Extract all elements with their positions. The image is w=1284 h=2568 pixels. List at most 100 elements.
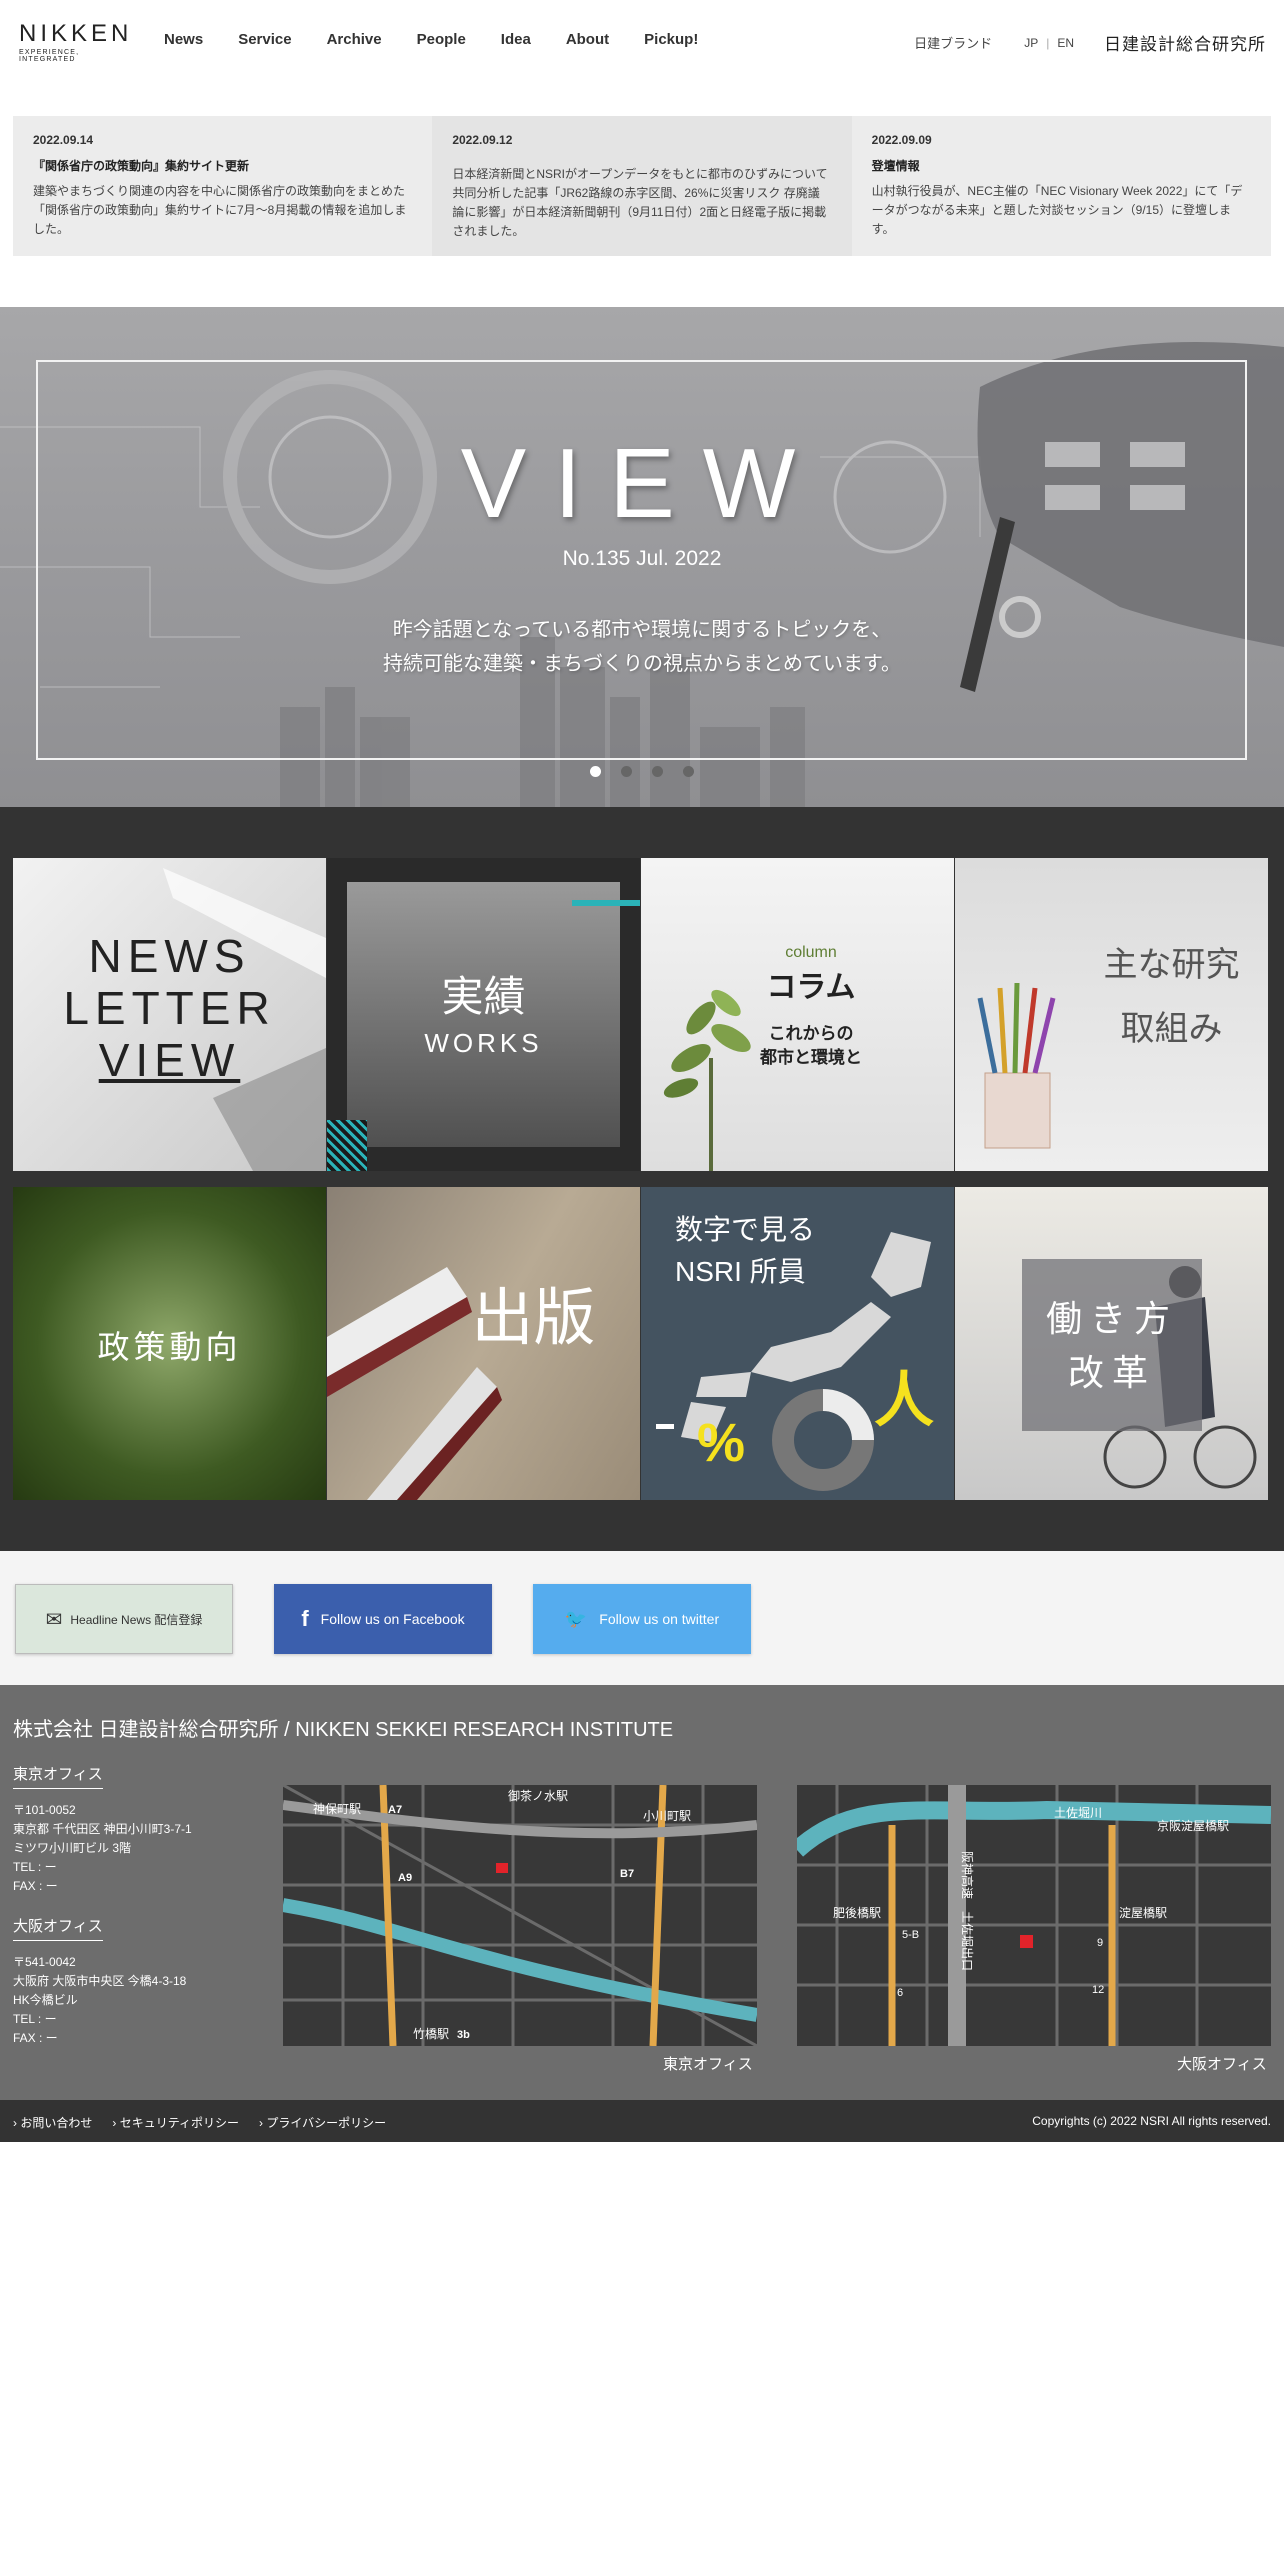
- workstyle-line: 改革: [1067, 1352, 1156, 1393]
- newsletter-label: NEWS LETTER VIEW: [13, 930, 326, 1086]
- slider-pagination: [590, 766, 694, 777]
- nikken-logo[interactable]: NIKKEN EXPERIENCE, INTEGRATED: [19, 20, 135, 64]
- company-name: 株式会社 日建設計総合研究所 / NIKKEN SEKKEI RESEARCH …: [13, 1719, 674, 1741]
- map-label: 肥後橋駅: [833, 1906, 881, 1920]
- numbers-line: NSRI 所員: [675, 1256, 806, 1287]
- column-sub: これからの 都市と環境と: [721, 1022, 901, 1070]
- nav-news[interactable]: News: [164, 30, 203, 50]
- works-label-jp: 実績: [441, 973, 526, 1020]
- address-line: 東京都 千代田区 神田小川町3-7-1: [13, 1822, 192, 1836]
- footer-link-label: お問い合わせ: [20, 2116, 93, 2130]
- footer-link-security[interactable]: › セキュリティポリシー: [112, 2114, 239, 2131]
- footer-link-privacy[interactable]: › プライバシーポリシー: [259, 2114, 386, 2131]
- news-body: 建築やまちづくり関連の内容を中心に関係省庁の政策動向をまとめた「関係省庁の政策動…: [33, 184, 407, 236]
- osaka-office-map[interactable]: 土佐堀川 京阪淀屋橋駅 肥後橋駅 阪神高速 土佐堀出口 淀屋橋駅 5-B 6 9…: [797, 1785, 1271, 2046]
- publication-label: 出版: [471, 1284, 596, 1353]
- nav-idea[interactable]: Idea: [501, 30, 531, 50]
- chevron-right-icon: ›: [112, 2116, 117, 2130]
- tile-numbers[interactable]: 数字で見る NSRI 所員 % 人: [641, 1187, 954, 1500]
- map-label: B7: [620, 1868, 634, 1880]
- map-label: 5-B: [902, 1929, 919, 1941]
- lang-en-link[interactable]: EN: [1057, 36, 1074, 50]
- nav-archive[interactable]: Archive: [327, 30, 382, 50]
- corporate-name-logo[interactable]: 日建設計総合研究所: [1104, 30, 1266, 55]
- map-label: 12: [1092, 1984, 1104, 1996]
- brand-link[interactable]: 日建ブランド: [914, 33, 992, 52]
- map-label: 阪神高速: [960, 1851, 975, 1899]
- map-label: 神保町駅: [313, 1802, 361, 1816]
- tokyo-office-info: 東京オフィス 〒101-0052 東京都 千代田区 神田小川町3-7-1 ミツワ…: [13, 1763, 253, 1896]
- site-header: NIKKEN EXPERIENCE, INTEGRATED News Servi…: [0, 0, 1284, 80]
- map-label: 3b: [457, 2029, 470, 2041]
- chevron-right-icon: ›: [258, 2116, 263, 2130]
- tokyo-office-map[interactable]: 神保町駅 A7 御茶ノ水駅 小川町駅 A9 B7 竹橋駅 3b: [283, 1785, 757, 2046]
- footer-link-contact[interactable]: › お問い合わせ: [13, 2114, 92, 2131]
- policy-label: 政策動向: [97, 1329, 242, 1365]
- feature-tiles: NEWS LETTER VIEW 実績 WORKS column コラム これか…: [0, 807, 1284, 1551]
- lang-jp-link[interactable]: JP: [1024, 36, 1038, 50]
- numbers-person: 人: [874, 1367, 934, 1434]
- tile-workstyle[interactable]: 働き方 改革: [955, 1187, 1268, 1500]
- tile-newsletter[interactable]: NEWS LETTER VIEW: [13, 858, 326, 1171]
- footer-links: › お問い合わせ › セキュリティポリシー › プライバシーポリシー: [13, 2114, 406, 2131]
- header-utility: 日建ブランド JP | EN 日建設計総合研究所: [914, 30, 1266, 55]
- slide-dot-4[interactable]: [683, 766, 694, 777]
- map-label: A7: [388, 1804, 402, 1816]
- map-label: 小川町駅: [643, 1809, 691, 1823]
- lang-separator: |: [1046, 35, 1050, 50]
- nav-people[interactable]: People: [417, 30, 466, 50]
- map-label: 御茶ノ水駅: [508, 1788, 568, 1803]
- news-date: 2022.09.12: [452, 133, 513, 147]
- map-label: 6: [897, 1987, 903, 1999]
- news-body: 山村執行役員が、NEC主催の「NEC Visionary Week 2022」に…: [871, 184, 1243, 236]
- tokyo-office-address: 〒101-0052 東京都 千代田区 神田小川町3-7-1 ミツワ小川町ビル 3…: [13, 1801, 253, 1896]
- social-bar: ✉ Headline News 配信登録 f Follow us on Face…: [0, 1551, 1284, 1685]
- news-date: 2022.09.14: [33, 133, 94, 147]
- address-line: ミツワ小川町ビル 3階: [13, 1841, 132, 1855]
- address-line: FAX : ー: [13, 1879, 58, 1893]
- tile-policy[interactable]: 政策動向: [13, 1187, 326, 1500]
- tile-works[interactable]: 実績 WORKS: [327, 858, 640, 1171]
- osaka-map-caption: 大阪オフィス: [1177, 2056, 1267, 2073]
- facebook-follow-button[interactable]: f Follow us on Facebook: [274, 1584, 492, 1654]
- twitter-follow-button[interactable]: 🐦 Follow us on twitter: [533, 1584, 751, 1654]
- footer-bottom-bar: › お問い合わせ › セキュリティポリシー › プライバシーポリシー Copyr…: [0, 2100, 1284, 2142]
- osaka-office-info: 大阪オフィス 〒541-0042 大阪府 大阪市中央区 今橋4-3-18 HK今…: [13, 1915, 253, 2048]
- nav-about[interactable]: About: [566, 30, 609, 50]
- news-card[interactable]: 2022.09.14 『関係省庁の政策動向』集約サイト更新 建築やまちづくり関連…: [13, 116, 433, 256]
- address-line: FAX : ー: [13, 2031, 58, 2045]
- column-sub-line: これからの: [768, 1024, 854, 1043]
- nav-pickup[interactable]: Pickup!: [644, 30, 698, 50]
- accent-bar: [572, 900, 640, 906]
- copyright: Copyrights (c) 2022 NSRI All rights rese…: [1032, 2114, 1271, 2128]
- news-title: 登壇情報: [871, 159, 920, 173]
- slide-dot-1[interactable]: [590, 766, 601, 777]
- slide-dot-3[interactable]: [652, 766, 663, 777]
- map-label: 土佐堀川: [1054, 1805, 1102, 1820]
- hero-title: VIEW: [460, 428, 824, 538]
- address-line: 〒101-0052: [13, 1803, 76, 1817]
- logo-wordmark: NIKKEN: [19, 20, 133, 47]
- map-label: 京阪淀屋橋駅: [1157, 1819, 1229, 1833]
- newsletter-line-news: NEWS: [88, 930, 251, 982]
- tile-column[interactable]: column コラム これからの 都市と環境と: [641, 858, 954, 1171]
- hero-slider[interactable]: VIEW No.135 Jul. 2022 昨今話題となっている都市や環境に関す…: [0, 307, 1284, 807]
- workstyle-label: 働き方 改革: [1022, 1292, 1202, 1400]
- news-card[interactable]: 2022.09.12 日本経済新聞とNSRIがオープンデータをもとに都市のひずみ…: [432, 116, 852, 256]
- column-label-jp: コラム: [766, 971, 856, 1004]
- tile-publication[interactable]: 出版: [327, 1187, 640, 1500]
- tile-research[interactable]: 主な研究 取組み: [955, 858, 1268, 1171]
- hero-lead-line: 持続可能な建築・まちづくりの視点からまとめています。: [383, 653, 901, 675]
- facebook-icon: f: [301, 1606, 309, 1631]
- map-label: 9: [1097, 1937, 1103, 1949]
- news-title: 『関係省庁の政策動向』集約サイト更新: [33, 159, 250, 173]
- research-label: 主な研究 取組み: [1075, 933, 1268, 1061]
- chevron-right-icon: ›: [13, 2116, 17, 2130]
- address-line: 大阪府 大阪市中央区 今橋4-3-18: [13, 1974, 187, 1988]
- address-line: 〒541-0042: [13, 1955, 76, 1969]
- mail-icon: ✉: [45, 1608, 63, 1631]
- news-card[interactable]: 2022.09.09 登壇情報 山村執行役員が、NEC主催の「NEC Visio…: [851, 116, 1271, 256]
- newsletter-signup-button[interactable]: ✉ Headline News 配信登録: [15, 1584, 233, 1654]
- slide-dot-2[interactable]: [621, 766, 632, 777]
- nav-service[interactable]: Service: [238, 30, 291, 50]
